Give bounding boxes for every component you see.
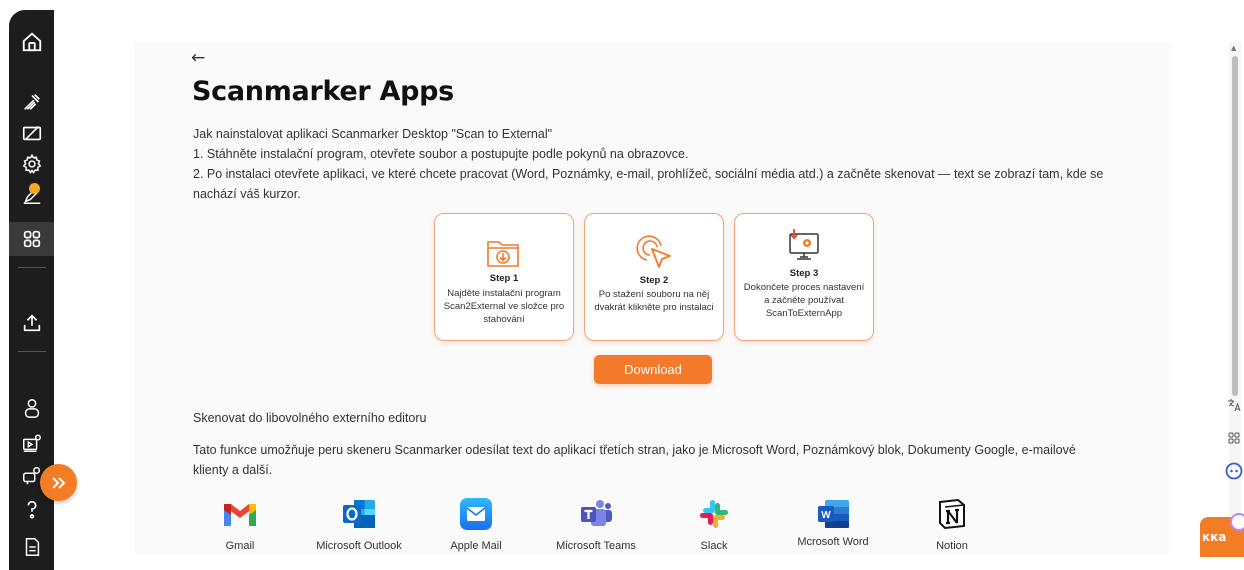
- step-title: Step 2: [639, 275, 669, 286]
- translate-icon[interactable]: [1224, 395, 1244, 415]
- app-outlook[interactable]: Microsoft Outlook: [304, 496, 414, 552]
- folder-download-icon: [487, 241, 519, 267]
- app-name: Mcrosoft Word: [797, 536, 869, 548]
- word-icon: W: [818, 500, 849, 528]
- notion-icon: [939, 498, 965, 530]
- scroll-up-arrow-icon[interactable]: ▲: [1231, 44, 1236, 52]
- app-name: Notion: [936, 540, 968, 552]
- main-panel: ← Scanmarker Apps Jak nainstalovat aplik…: [134, 43, 1172, 553]
- download-button[interactable]: Download: [594, 355, 712, 384]
- section-description: Tato funkce umožňuje peru skeneru Scanma…: [193, 443, 1076, 477]
- install-step-1-text: 1. Stáhněte instalační program, otevřete…: [193, 147, 689, 161]
- install-step-2-text: 2. Po instalaci otevřete aplikaci, ve kt…: [193, 167, 1104, 201]
- app-slack[interactable]: Slack: [659, 496, 769, 552]
- video-settings-icon[interactable]: [9, 426, 54, 460]
- app-apple-mail[interactable]: Apple Mail: [421, 496, 531, 552]
- expand-sidebar-button[interactable]: [40, 464, 77, 501]
- step-title: Step 1: [489, 273, 519, 284]
- apple-mail-icon: [460, 498, 492, 530]
- sidebar-divider: [18, 267, 46, 268]
- apps-grid-icon[interactable]: [9, 222, 54, 256]
- monitor-settings-icon: [789, 229, 819, 260]
- step-card-1: Step 1 Najděte instalační program Scan2E…: [434, 213, 574, 341]
- app-name: Gmail: [225, 540, 255, 552]
- slack-icon: [700, 500, 728, 528]
- app-gmail[interactable]: Gmail: [185, 496, 295, 552]
- upload-icon[interactable]: [9, 306, 54, 340]
- gmail-icon: [224, 504, 256, 526]
- scroll-thumb[interactable]: [1232, 56, 1238, 396]
- app-name: Microsoft Outlook: [316, 540, 402, 552]
- step-card-2: Step 2 Po stažení souboru na něj dvakrát…: [584, 213, 724, 341]
- document-icon[interactable]: [9, 530, 54, 564]
- app-name: Slack: [700, 540, 728, 552]
- outlook-icon: [343, 500, 375, 528]
- notification-badge: [29, 183, 40, 194]
- sidebar-divider: [18, 351, 46, 352]
- teams-icon: [581, 500, 612, 526]
- grid-icon[interactable]: [1224, 428, 1244, 448]
- app-name: Microsoft Teams: [556, 540, 636, 552]
- step-description: Dokončete proces nastavení a začněte pou…: [743, 282, 865, 319]
- app-word[interactable]: W Mcrosoft Word: [778, 496, 888, 548]
- chat-button[interactable]: кка: [1200, 513, 1244, 557]
- chat-label: кка: [1202, 530, 1227, 544]
- intro-heading: Jak nainstalovat aplikaci Scanmarker Des…: [193, 127, 553, 141]
- home-icon[interactable]: [9, 25, 54, 59]
- scan-icon[interactable]: [9, 85, 54, 119]
- step-description: Najděte instalační program Scan2External…: [443, 288, 565, 325]
- disable-display-icon[interactable]: [9, 116, 54, 150]
- page-title: Scanmarker Apps: [192, 76, 454, 107]
- cursor-click-icon: [636, 235, 671, 268]
- settings-icon[interactable]: [9, 147, 54, 181]
- step-card-3: Step 3 Dokončete proces nastavení a začn…: [734, 213, 874, 341]
- double-chevron-right-icon: [51, 476, 65, 489]
- back-button[interactable]: ←: [191, 48, 205, 68]
- step-description: Po stažení souboru na něj dvakrát klikně…: [594, 289, 714, 313]
- section-heading: Skenovat do libovolného externího editor…: [193, 411, 427, 425]
- app-notion[interactable]: Notion: [897, 496, 1007, 552]
- chat-avatar-icon: [1230, 513, 1244, 531]
- assistant-icon[interactable]: [1224, 461, 1244, 481]
- app-teams[interactable]: Microsoft Teams: [541, 496, 651, 552]
- step-title: Step 3: [789, 268, 819, 279]
- app-name: Apple Mail: [450, 540, 502, 552]
- user-icon[interactable]: [9, 391, 54, 425]
- svg-text:W: W: [821, 510, 831, 521]
